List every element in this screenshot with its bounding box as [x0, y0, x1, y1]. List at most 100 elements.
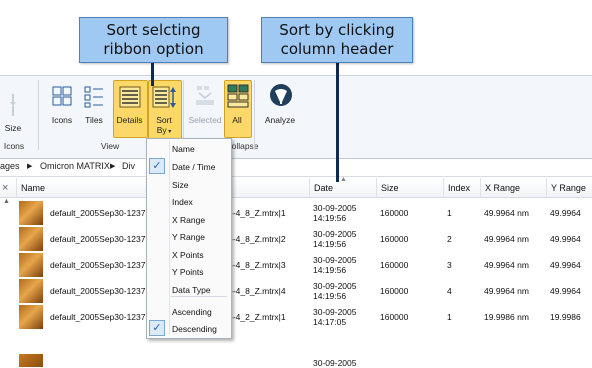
collapse-all-icon — [227, 84, 249, 113]
icons-group-label: Icons — [3, 141, 25, 151]
time-cell: 14:19:56 — [313, 265, 347, 275]
tiles-button-label: Tiles — [85, 115, 103, 125]
size-cell: 160000 — [380, 208, 409, 218]
x-range-cell: 49.9964 nm — [484, 260, 529, 270]
time-cell: 14:19:56 — [313, 213, 347, 223]
menu-gutter — [169, 141, 170, 334]
date-cell: 30-09-2005 — [313, 255, 357, 265]
size-label[interactable]: Size — [0, 123, 26, 133]
date-cell: 30-09-2005 — [313, 229, 357, 239]
sort-button-label: Sort — [156, 115, 172, 125]
menu-item-ascending[interactable]: Ascending — [172, 307, 212, 317]
breadcrumb-segment[interactable]: ages — [0, 158, 20, 175]
analyze-button-label: Analyze — [264, 115, 296, 125]
thumbnail — [19, 354, 43, 367]
index-cell: 1 — [447, 312, 452, 322]
tiles-view-button[interactable]: Tiles — [80, 82, 108, 132]
thumbnail — [19, 227, 43, 251]
time-cell: 14:17:05 — [313, 317, 347, 327]
icons-view-button[interactable]: Icons — [48, 82, 76, 132]
file-name-suffix: --4_8_Z.mtrx|1 — [230, 208, 286, 218]
callout-column-header: Sort by clicking column header — [261, 17, 413, 63]
thumbnail — [19, 253, 43, 277]
file-name-cell: default_2005Sep30-1237 — [50, 260, 146, 270]
file-name-suffix: --4_8_Z.mtrx|2 — [230, 234, 286, 244]
file-name-cell: default_2005Sep30-1237 — [50, 208, 146, 218]
menu-item-x-range[interactable]: X Range — [172, 215, 205, 225]
menu-item-size[interactable]: Size — [172, 180, 189, 190]
x-range-cell: 49.9964 nm — [484, 286, 529, 296]
y-range-cell: 49.9964 — [550, 234, 581, 244]
thumbnail — [19, 201, 43, 225]
menu-item-x-points[interactable]: X Points — [172, 250, 204, 260]
menu-item-date-time[interactable]: Date / Time — [172, 162, 215, 172]
tiles-icon — [84, 86, 104, 113]
analyze-icon — [269, 83, 293, 112]
file-name-suffix: --4_8_Z.mtrx|4 — [230, 286, 286, 296]
check-icon: ✓ — [149, 320, 165, 336]
callout-header-line1: Sort by clicking — [279, 21, 395, 39]
size-cell: 160000 — [380, 286, 409, 296]
file-name-suffix: --4_2_Z.mtrx|1 — [230, 312, 286, 322]
column-header-size[interactable]: Size — [376, 178, 448, 198]
thumbnail — [19, 305, 43, 329]
y-range-cell: 49.9964 — [550, 260, 581, 270]
menu-item-y-points[interactable]: Y Points — [172, 267, 204, 277]
date-cell: 30-09-2005 — [313, 203, 357, 213]
menu-item-y-range[interactable]: Y Range — [172, 232, 205, 242]
separator — [38, 80, 39, 150]
collapse-selected-button[interactable]: Selected — [188, 82, 222, 132]
details-icon — [119, 86, 141, 113]
x-range-cell: 49.9964 nm — [484, 208, 529, 218]
file-name-suffix: --4_8_Z.mtrx|3 — [230, 260, 286, 270]
callout-leader-line — [336, 60, 339, 182]
column-header-y-range[interactable]: Y Range — [546, 178, 592, 198]
date-cell: 30-09-2005 — [313, 281, 357, 291]
chevron-right-icon: ▶ — [27, 163, 33, 170]
x-range-cell: 49.9964 nm — [484, 234, 529, 244]
size-cell: 160000 — [380, 234, 409, 244]
callout-ribbon-line2: ribbon option — [103, 40, 204, 58]
menu-item-descending[interactable]: Descending — [172, 324, 217, 334]
index-cell: 4 — [447, 286, 452, 296]
dropdown-arrow-icon: ▾ — [166, 129, 172, 135]
date-cell: 30-09-2005 — [313, 307, 357, 317]
menu-separator — [171, 296, 227, 297]
breadcrumb-segment[interactable]: Div — [122, 158, 135, 175]
sort-icon — [152, 86, 176, 113]
column-header-x-range[interactable]: X Range — [480, 178, 551, 198]
x-range-cell: 19.9986 nm — [484, 312, 529, 322]
grid-icon — [52, 86, 72, 111]
menu-item-data-type[interactable]: Data Type — [172, 285, 211, 295]
index-cell: 2 — [447, 234, 452, 244]
file-name-cell: default_2005Sep30-1237 — [50, 286, 146, 296]
callout-leader-line — [151, 60, 154, 86]
column-header-index[interactable]: Index — [443, 178, 485, 198]
check-icon: ✓ — [149, 158, 165, 174]
time-cell: 14:19:56 — [313, 291, 347, 301]
menu-item-index[interactable]: Index — [172, 197, 193, 207]
chevron-right-icon: ▶ — [110, 163, 116, 170]
sort-indicator-icon: ▲ — [340, 176, 347, 183]
size-cell: 160000 — [380, 260, 409, 270]
details-button-label: Details — [116, 115, 143, 125]
file-name-cell: default_2005Sep30-1237 — [50, 234, 146, 244]
y-range-cell: 49.9964 — [550, 286, 581, 296]
y-range-cell: 49.9964 — [550, 208, 581, 218]
icons-button-label: Icons — [51, 115, 73, 125]
callout-ribbon-option: Sort selcting ribbon option — [79, 17, 228, 63]
breadcrumb-segment[interactable]: Omicron MATRIX — [40, 158, 110, 175]
selected-button-label: Selected — [188, 115, 222, 125]
y-range-cell: 19.9986 — [550, 312, 581, 322]
size-cell: 160000 — [380, 312, 409, 322]
collapse-selected-icon — [194, 85, 216, 112]
index-cell: 3 — [447, 260, 452, 270]
callout-header-line2: column header — [280, 40, 394, 58]
close-icon[interactable]: × — [2, 182, 8, 194]
all-button-label: All — [232, 115, 242, 125]
analyze-button[interactable]: Analyze — [260, 82, 300, 132]
sort-by-label: By ▾ — [148, 125, 180, 135]
menu-item-name[interactable]: Name — [172, 144, 195, 154]
size-icon[interactable] — [6, 92, 20, 118]
breadcrumb: ages ▶ Omicron MATRIX ▶ Div — [0, 158, 592, 177]
